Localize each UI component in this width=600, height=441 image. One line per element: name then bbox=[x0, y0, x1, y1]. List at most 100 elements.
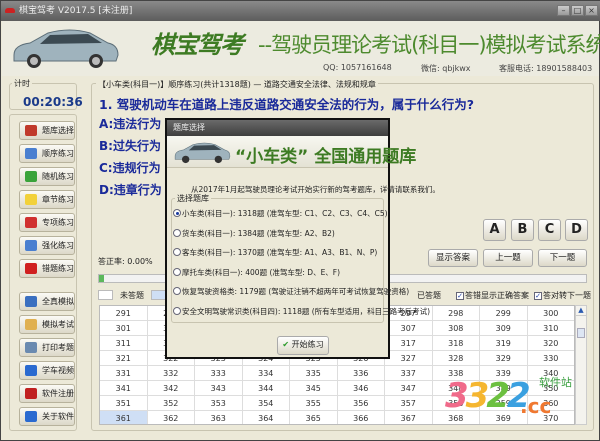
question-cell[interactable]: 309 bbox=[480, 321, 528, 336]
sidebar-button-2[interactable]: 顺序练习 bbox=[19, 144, 75, 163]
prev-question-button[interactable]: 上一题 bbox=[483, 249, 533, 267]
option-b[interactable]: B:过失行为 bbox=[99, 137, 161, 154]
question-cell[interactable]: 308 bbox=[432, 321, 480, 336]
question-cell[interactable]: 310 bbox=[527, 321, 574, 336]
radio-icon bbox=[173, 228, 181, 237]
sidebar-button-label: 专项练习 bbox=[42, 218, 74, 227]
option-a[interactable]: A:违法行为 bbox=[99, 115, 161, 132]
watermark-logo: 3322 bbox=[445, 376, 531, 416]
close-button[interactable]: × bbox=[585, 5, 598, 16]
question-cell[interactable]: 354 bbox=[242, 396, 290, 411]
question-cell[interactable]: 319 bbox=[480, 336, 528, 351]
question-cell[interactable]: 356 bbox=[337, 396, 385, 411]
question-cell[interactable]: 366 bbox=[338, 411, 385, 424]
sidebar-button-11[interactable]: 学车视频 bbox=[19, 361, 75, 380]
question-cell[interactable]: 364 bbox=[243, 411, 290, 424]
auto-next-checkbox[interactable]: ✓ 答对转下一题 bbox=[534, 290, 591, 301]
app-car-icon bbox=[5, 8, 15, 13]
chart-icon bbox=[25, 240, 37, 251]
question-cell[interactable]: 344 bbox=[242, 381, 290, 396]
option-d[interactable]: D:违章行为 bbox=[99, 181, 162, 198]
show-correct-checkbox[interactable]: ✓ 答错显示正确答案 bbox=[456, 290, 529, 301]
bank-option-4[interactable]: 摩托车类(科目一): 400题 (准驾车型: D、E、F) bbox=[173, 267, 340, 278]
question-cell[interactable]: 299 bbox=[480, 306, 528, 321]
question-cell[interactable]: 345 bbox=[290, 381, 338, 396]
sidebar-button-6[interactable]: 强化练习 bbox=[19, 236, 75, 255]
question-cell[interactable]: 361 bbox=[100, 411, 148, 424]
question-cell[interactable]: 327 bbox=[385, 351, 433, 366]
sidebar-button-4[interactable]: 章节练习 bbox=[19, 190, 75, 209]
question-cell[interactable]: 367 bbox=[385, 411, 433, 424]
question-cell[interactable]: 332 bbox=[147, 366, 195, 381]
bank-option-2[interactable]: 货车类(科目一): 1384题 (准驾车型: A2、B2) bbox=[173, 228, 335, 239]
question-cell[interactable]: 353 bbox=[195, 396, 243, 411]
question-cell[interactable]: 362 bbox=[148, 411, 195, 424]
sidebar-button-12[interactable]: 软件注册 bbox=[19, 384, 75, 403]
scroll-up-icon[interactable]: ▲ bbox=[576, 306, 586, 316]
show-answer-button[interactable]: 显示答案 bbox=[428, 249, 478, 267]
scroll-thumb[interactable] bbox=[577, 328, 585, 338]
sidebar-button-8[interactable]: 全真模拟 bbox=[19, 292, 75, 311]
question-cell[interactable]: 341 bbox=[100, 381, 148, 396]
question-cell[interactable]: 351 bbox=[100, 396, 148, 411]
main-window: 棋宝驾考 V2017.5 [未注册] – □ × 棋宝驾考 --驾驶员理论考试(… bbox=[0, 0, 600, 441]
refresh-icon bbox=[25, 171, 37, 182]
question-cell[interactable]: 347 bbox=[385, 381, 433, 396]
question-cell[interactable]: 307 bbox=[385, 321, 433, 336]
timer-label: 计时 bbox=[12, 78, 32, 89]
question-cell[interactable]: 352 bbox=[147, 396, 195, 411]
question-cell[interactable]: 346 bbox=[337, 381, 385, 396]
sidebar-button-label: 学车视频 bbox=[42, 366, 74, 375]
bank-option-1[interactable]: 小车类(科目一): 1318题 (准驾车型: C1、C2、C3、C4、C5) bbox=[173, 208, 388, 219]
question-cell[interactable]: 318 bbox=[432, 336, 480, 351]
question-cell[interactable]: 365 bbox=[290, 411, 338, 424]
question-cell[interactable]: 363 bbox=[195, 411, 243, 424]
check-icon bbox=[25, 217, 37, 228]
question-cell[interactable]: 331 bbox=[100, 366, 148, 381]
answer-d-button[interactable]: D bbox=[565, 219, 588, 241]
sidebar-button-9[interactable]: 模拟考试 bbox=[19, 315, 75, 334]
option-c[interactable]: C:违规行为 bbox=[99, 159, 161, 176]
question-cell[interactable]: 330 bbox=[527, 351, 574, 366]
question-cell[interactable]: 343 bbox=[195, 381, 243, 396]
bank-option-label: 恢复驾驶资格类: 1179题 (驾驶证注销不超两年可考试恢复驾驶资格) bbox=[182, 287, 410, 296]
question-cell[interactable]: 291 bbox=[100, 306, 148, 321]
bank-option-3[interactable]: 客车类(科目一): 1370题 (准驾车型: A1、A3、B1、N、P) bbox=[173, 247, 377, 258]
question-cell[interactable]: 298 bbox=[432, 306, 480, 321]
maximize-button[interactable]: □ bbox=[571, 5, 584, 16]
question-cell[interactable]: 300 bbox=[527, 306, 574, 321]
sidebar-button-10[interactable]: 打印考题 bbox=[19, 338, 75, 357]
radio-icon bbox=[173, 267, 181, 276]
question-cell[interactable]: 357 bbox=[385, 396, 433, 411]
question-cell[interactable]: 334 bbox=[242, 366, 290, 381]
sidebar-button-3[interactable]: 随机练习 bbox=[19, 167, 75, 186]
question-cell[interactable]: 301 bbox=[100, 321, 148, 336]
minimize-button[interactable]: – bbox=[557, 5, 570, 16]
sidebar-button-7[interactable]: 错题练习 bbox=[19, 259, 75, 278]
question-cell[interactable]: 336 bbox=[337, 366, 385, 381]
bank-option-6[interactable]: 安全文明驾驶常识类(科目四): 1118题 (所有车型适用，科目三路考后考试) bbox=[173, 306, 430, 317]
grid-scrollbar[interactable]: ▲ bbox=[575, 305, 587, 425]
bank-option-5[interactable]: 恢复驾驶资格类: 1179题 (驾驶证注销不超两年可考试恢复驾驶资格) bbox=[173, 286, 409, 297]
sidebar-button-13[interactable]: 关于软件 bbox=[19, 407, 75, 426]
question-cell[interactable]: 317 bbox=[385, 336, 433, 351]
answer-c-button[interactable]: C bbox=[538, 219, 561, 241]
start-practice-button[interactable]: ✔ 开始练习 bbox=[277, 336, 329, 355]
answer-b-button[interactable]: B bbox=[511, 219, 534, 241]
next-question-button[interactable]: 下一题 bbox=[538, 249, 587, 267]
sidebar-button-1[interactable]: 题库选择 bbox=[19, 121, 75, 140]
question-cell[interactable]: 335 bbox=[290, 366, 338, 381]
question-cell[interactable]: 321 bbox=[100, 351, 148, 366]
bank-option-label: 小车类(科目一): 1318题 (准驾车型: C1、C2、C3、C4、C5) bbox=[182, 209, 388, 218]
question-cell[interactable]: 342 bbox=[147, 381, 195, 396]
question-cell[interactable]: 355 bbox=[290, 396, 338, 411]
question-cell[interactable]: 329 bbox=[480, 351, 528, 366]
answer-a-button[interactable]: A bbox=[483, 219, 506, 241]
question-cell[interactable]: 333 bbox=[195, 366, 243, 381]
question-cell[interactable]: 337 bbox=[385, 366, 433, 381]
question-cell[interactable]: 320 bbox=[527, 336, 574, 351]
sidebar-button-5[interactable]: 专项练习 bbox=[19, 213, 75, 232]
question-cell[interactable]: 311 bbox=[100, 336, 148, 351]
question-cell[interactable]: 328 bbox=[432, 351, 480, 366]
question-text: 1. 驾驶机动车在道路上违反道路交通安全法的行为，属于什么行为? bbox=[99, 97, 475, 112]
